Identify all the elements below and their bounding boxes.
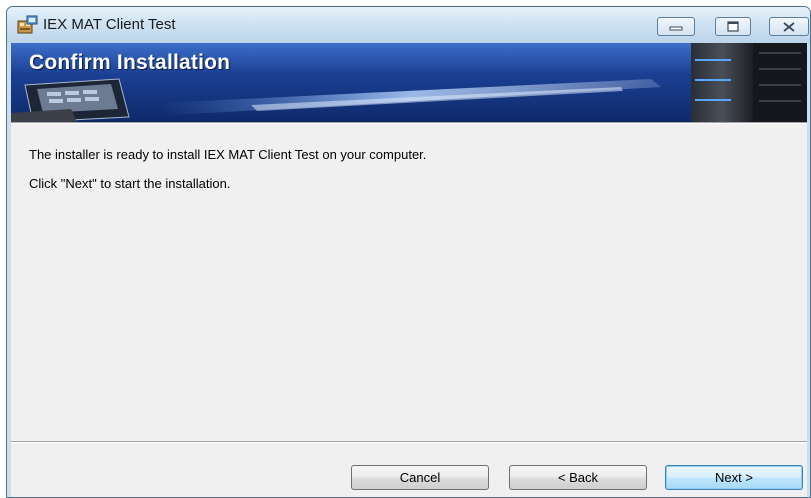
close-icon <box>783 21 795 32</box>
installer-icon <box>17 15 39 35</box>
window-title: IEX MAT Client Test <box>43 16 176 33</box>
back-button[interactable]: < Back <box>509 465 647 490</box>
next-button[interactable]: Next > <box>665 465 803 490</box>
dialog-client-area: Confirm Installation The installer is re… <box>11 43 807 497</box>
minimize-icon <box>669 23 683 31</box>
header-banner: Confirm Installation <box>11 43 807 122</box>
maximize-button[interactable] <box>715 17 751 36</box>
ready-message: The installer is ready to install IEX MA… <box>29 147 427 162</box>
minimize-button[interactable] <box>657 17 695 36</box>
title-bar[interactable]: IEX MAT Client Test <box>7 7 810 43</box>
close-button[interactable] <box>769 17 809 36</box>
maximize-icon <box>727 21 739 32</box>
instruction-message: Click "Next" to start the installation. <box>29 176 231 191</box>
installer-window: IEX MAT Client Test Confirm Installation… <box>6 6 811 498</box>
banner-divider-highlight <box>11 123 807 124</box>
banner-title: Confirm Installation <box>29 51 231 74</box>
button-area-divider-highlight <box>11 442 807 443</box>
cancel-button[interactable]: Cancel <box>351 465 489 490</box>
